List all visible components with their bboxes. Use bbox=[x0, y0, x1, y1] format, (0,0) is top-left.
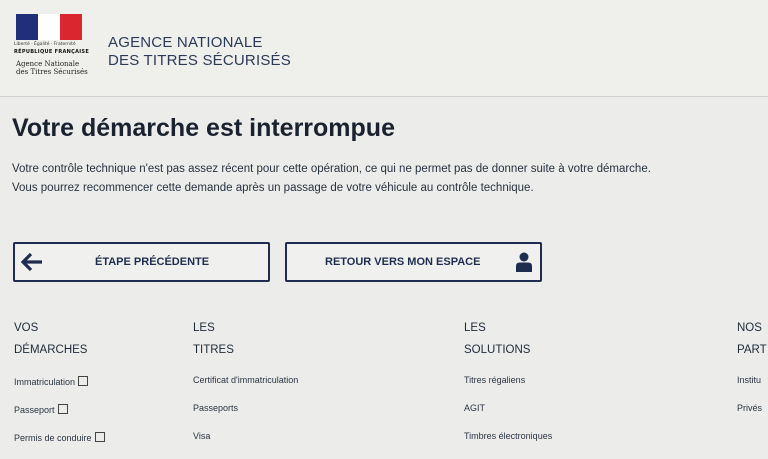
footer-title-line: VOS bbox=[14, 322, 39, 334]
footer-title-line: PART bbox=[737, 344, 767, 356]
footer-link-immatriculation[interactable]: Immatriculation bbox=[14, 375, 105, 403]
footer-title-line: LES bbox=[193, 322, 215, 334]
footer-column-demarches: VOS DÉMARCHES Immatriculation Passeport … bbox=[14, 317, 105, 459]
footer-link-label: Passeport bbox=[14, 405, 55, 415]
message-line: Votre contrôle technique n'est pas assez… bbox=[12, 163, 651, 175]
footer-title-line: TITRES bbox=[193, 344, 234, 356]
footer-link-passeports[interactable]: Passeports bbox=[193, 403, 298, 431]
footer-column-title: LES SOLUTIONS bbox=[464, 317, 552, 361]
footer-link-agit[interactable]: AGIT bbox=[464, 403, 552, 431]
previous-step-label: ÉTAPE PRÉCÉDENTE bbox=[95, 256, 210, 268]
external-link-icon bbox=[94, 432, 105, 442]
footer-title-line: DÉMARCHES bbox=[14, 344, 88, 356]
footer-link-visa[interactable]: Visa bbox=[193, 431, 298, 459]
footer-link-timbres[interactable]: Timbres électroniques bbox=[464, 431, 552, 459]
footer-column-titres: LES TITRES Certificat d'immatriculation … bbox=[193, 317, 298, 459]
footer-title-line: SOLUTIONS bbox=[464, 344, 531, 356]
agency-name[interactable]: AGENCE NATIONALE DES TITRES SÉCURISÉS bbox=[108, 34, 291, 70]
footer-link-label: Immatriculation bbox=[14, 377, 76, 387]
footer-link-certificat[interactable]: Certificat d'immatriculation bbox=[193, 375, 298, 403]
footer-link-titres-regaliens[interactable]: Titres régaliens bbox=[464, 375, 552, 403]
agency-name-line1: AGENCE NATIONALE bbox=[108, 34, 263, 51]
logo-motto: Liberté · Égalité · Fraternité bbox=[14, 42, 76, 47]
footer-column-title: NOS PART bbox=[737, 317, 767, 361]
footer-link-permis[interactable]: Permis de conduire bbox=[14, 431, 105, 459]
footer-column-solutions: LES SOLUTIONS Titres régaliens AGIT Timb… bbox=[464, 317, 552, 459]
user-icon bbox=[516, 252, 532, 272]
error-message: Votre contrôle technique n'est pas assez… bbox=[12, 160, 762, 198]
footer-column-partenaires: NOS PART Institu Privés bbox=[737, 317, 767, 431]
logo-subtitle-line: des Titres Sécurisés bbox=[16, 68, 88, 76]
logo-subtitle-line: Agence Nationale bbox=[16, 60, 80, 68]
back-to-my-space-button[interactable]: RETOUR VERS MON ESPACE bbox=[285, 242, 542, 282]
external-link-icon bbox=[78, 376, 89, 386]
arrow-left-icon bbox=[21, 252, 42, 272]
logo-subtitle: Agence Nationale des Titres Sécurisés bbox=[16, 60, 88, 76]
french-flag-icon bbox=[16, 14, 82, 40]
agency-name-line2: DES TITRES SÉCURISÉS bbox=[108, 52, 291, 69]
previous-step-button[interactable]: ÉTAPE PRÉCÉDENTE bbox=[13, 242, 270, 282]
footer-link-label: Permis de conduire bbox=[14, 433, 92, 443]
footer-link-passeport[interactable]: Passeport bbox=[14, 403, 105, 431]
footer-title-line: NOS bbox=[737, 322, 762, 334]
footer-title-line: LES bbox=[464, 322, 486, 334]
footer-column-title: LES TITRES bbox=[193, 317, 298, 361]
site-header: Liberté · Égalité · Fraternité RÉPUBLIQU… bbox=[0, 0, 768, 97]
message-line: Vous pourrez recommencer cette demande a… bbox=[12, 182, 534, 194]
back-to-my-space-label: RETOUR VERS MON ESPACE bbox=[325, 256, 481, 268]
logo-republic: RÉPUBLIQUE FRANÇAISE bbox=[14, 49, 90, 55]
footer-link-prives[interactable]: Privés bbox=[737, 403, 767, 431]
footer-column-title: VOS DÉMARCHES bbox=[14, 317, 105, 361]
page-title: Votre démarche est interrompue bbox=[12, 114, 395, 142]
external-link-icon bbox=[57, 404, 68, 414]
footer-link-institutionnels[interactable]: Institu bbox=[737, 375, 767, 403]
marianne-logo[interactable]: Liberté · Égalité · Fraternité RÉPUBLIQU… bbox=[14, 14, 90, 82]
